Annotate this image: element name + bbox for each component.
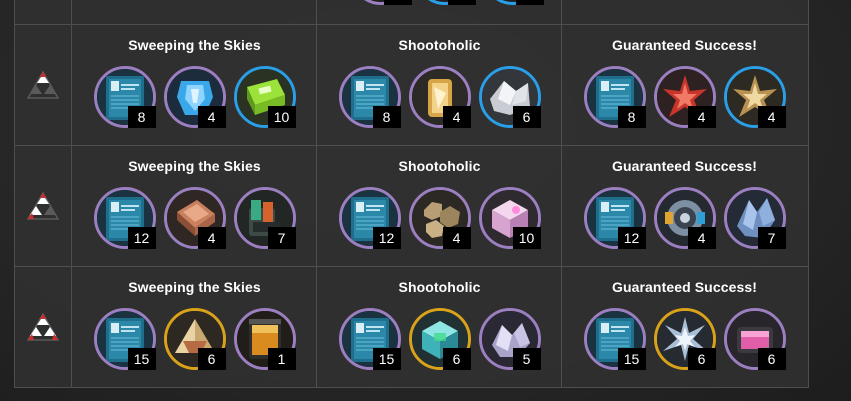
reward-cell: Shootoholic 12 4 10 [317,146,562,266]
reward-item[interactable]: 8 [338,66,401,128]
reward-cell-title: Shootoholic [398,279,481,295]
reward-item[interactable]: 12 [93,187,156,249]
reward-cell: Sweeping the Skies 8 4 10 [72,25,317,145]
item-count: 4 [197,106,226,128]
item-count: 15 [617,348,646,370]
reward-item[interactable]: 15 [93,308,156,370]
reward-item[interactable]: 5 [478,308,541,370]
reward-item[interactable]: 12 [583,187,646,249]
reward-cell: Shootoholic 15 6 5 [317,267,562,387]
reward-cell: Guaranteed Success! 8 4 4 [562,25,807,145]
reward-item-list: 12 4 7 [72,187,317,249]
reward-item[interactable]: 5 [414,0,476,5]
reward-item-list: 8 4 4 [562,66,807,128]
reward-cell: Guaranteed Success! 12 4 7 [562,146,807,266]
item-count: 8 [384,0,412,5]
item-count: 8 [617,106,646,128]
reward-cell: Guaranteed Success! 15 6 6 [562,267,807,387]
reward-item[interactable]: 6 [478,66,541,128]
rewards-table: 8 5 1 [14,0,809,388]
item-count: 6 [512,106,541,128]
item-count: 4 [442,106,471,128]
reward-item[interactable]: 10 [233,66,296,128]
reward-item-list: 8 4 10 [72,66,317,128]
reward-cell-title: Sweeping the Skies [128,279,261,295]
reward-item[interactable]: 1 [233,308,296,370]
item-count: 12 [617,227,646,249]
reward-cell-title: Shootoholic [398,158,481,174]
reward-item[interactable]: 4 [653,187,716,249]
reward-item[interactable]: 4 [653,66,716,128]
reward-item[interactable]: 6 [653,308,716,370]
reward-item[interactable]: 1 [482,0,544,5]
item-count: 6 [687,348,716,370]
reward-cell-title: Guaranteed Success! [611,37,758,53]
item-count: 15 [372,348,401,370]
reward-item-list: 8 4 6 [317,66,562,128]
item-count: 4 [757,106,786,128]
reward-item[interactable]: 4 [723,66,786,128]
item-count: 10 [267,106,296,128]
item-count: 5 [512,348,541,370]
reward-item-list: 15 6 1 [72,308,317,370]
reward-item[interactable]: 4 [408,187,471,249]
item-count: 1 [267,348,296,370]
reward-item[interactable]: 4 [408,66,471,128]
reward-item[interactable]: 7 [233,187,296,249]
reward-cell-title: Shootoholic [398,37,481,53]
reward-item-list: 12 4 7 [562,187,807,249]
reward-item-list: 15 6 5 [317,308,562,370]
item-count: 5 [448,0,476,5]
reward-item[interactable]: 6 [408,308,471,370]
item-count: 6 [197,348,226,370]
tier-1-triangle-icon [15,25,71,145]
item-count: 7 [267,227,296,249]
item-count: 6 [442,348,471,370]
tier-3-triangle-icon [15,267,71,387]
reward-item[interactable]: 4 [163,187,226,249]
reward-item[interactable]: 15 [583,308,646,370]
item-count: 8 [127,106,156,128]
reward-item[interactable]: 4 [163,66,226,128]
tier-2-triangle-icon [15,146,71,266]
reward-cell: Sweeping the Skies 12 4 7 [72,146,317,266]
item-count: 4 [687,106,716,128]
item-count: 10 [512,227,541,249]
reward-cell: Shootoholic 8 4 6 [317,25,562,145]
item-count: 4 [197,227,226,249]
item-count: 15 [127,348,156,370]
reward-item[interactable]: 10 [478,187,541,249]
item-count: 6 [757,348,786,370]
reward-item-list: 15 6 6 [562,308,807,370]
reward-item[interactable]: 12 [338,187,401,249]
reward-item[interactable]: 8 [93,66,156,128]
reward-cell: Sweeping the Skies 15 6 1 [72,267,317,387]
item-count: 1 [516,0,544,5]
reward-item[interactable]: 6 [163,308,226,370]
reward-cell-title: Sweeping the Skies [128,158,261,174]
reward-item[interactable]: 6 [723,308,786,370]
reward-item[interactable]: 8 [583,66,646,128]
reward-cell-title: Guaranteed Success! [611,279,758,295]
item-count: 7 [757,227,786,249]
reward-item[interactable]: 7 [723,187,786,249]
reward-item-list: 12 4 10 [317,187,562,249]
item-count: 8 [372,106,401,128]
item-count: 12 [127,227,156,249]
item-count: 4 [442,227,471,249]
reward-item[interactable]: 8 [350,0,412,5]
reward-cell-title: Guaranteed Success! [611,158,758,174]
item-count: 12 [372,227,401,249]
reward-item[interactable]: 15 [338,308,401,370]
reward-cell-title: Sweeping the Skies [128,37,261,53]
item-count: 4 [687,227,716,249]
